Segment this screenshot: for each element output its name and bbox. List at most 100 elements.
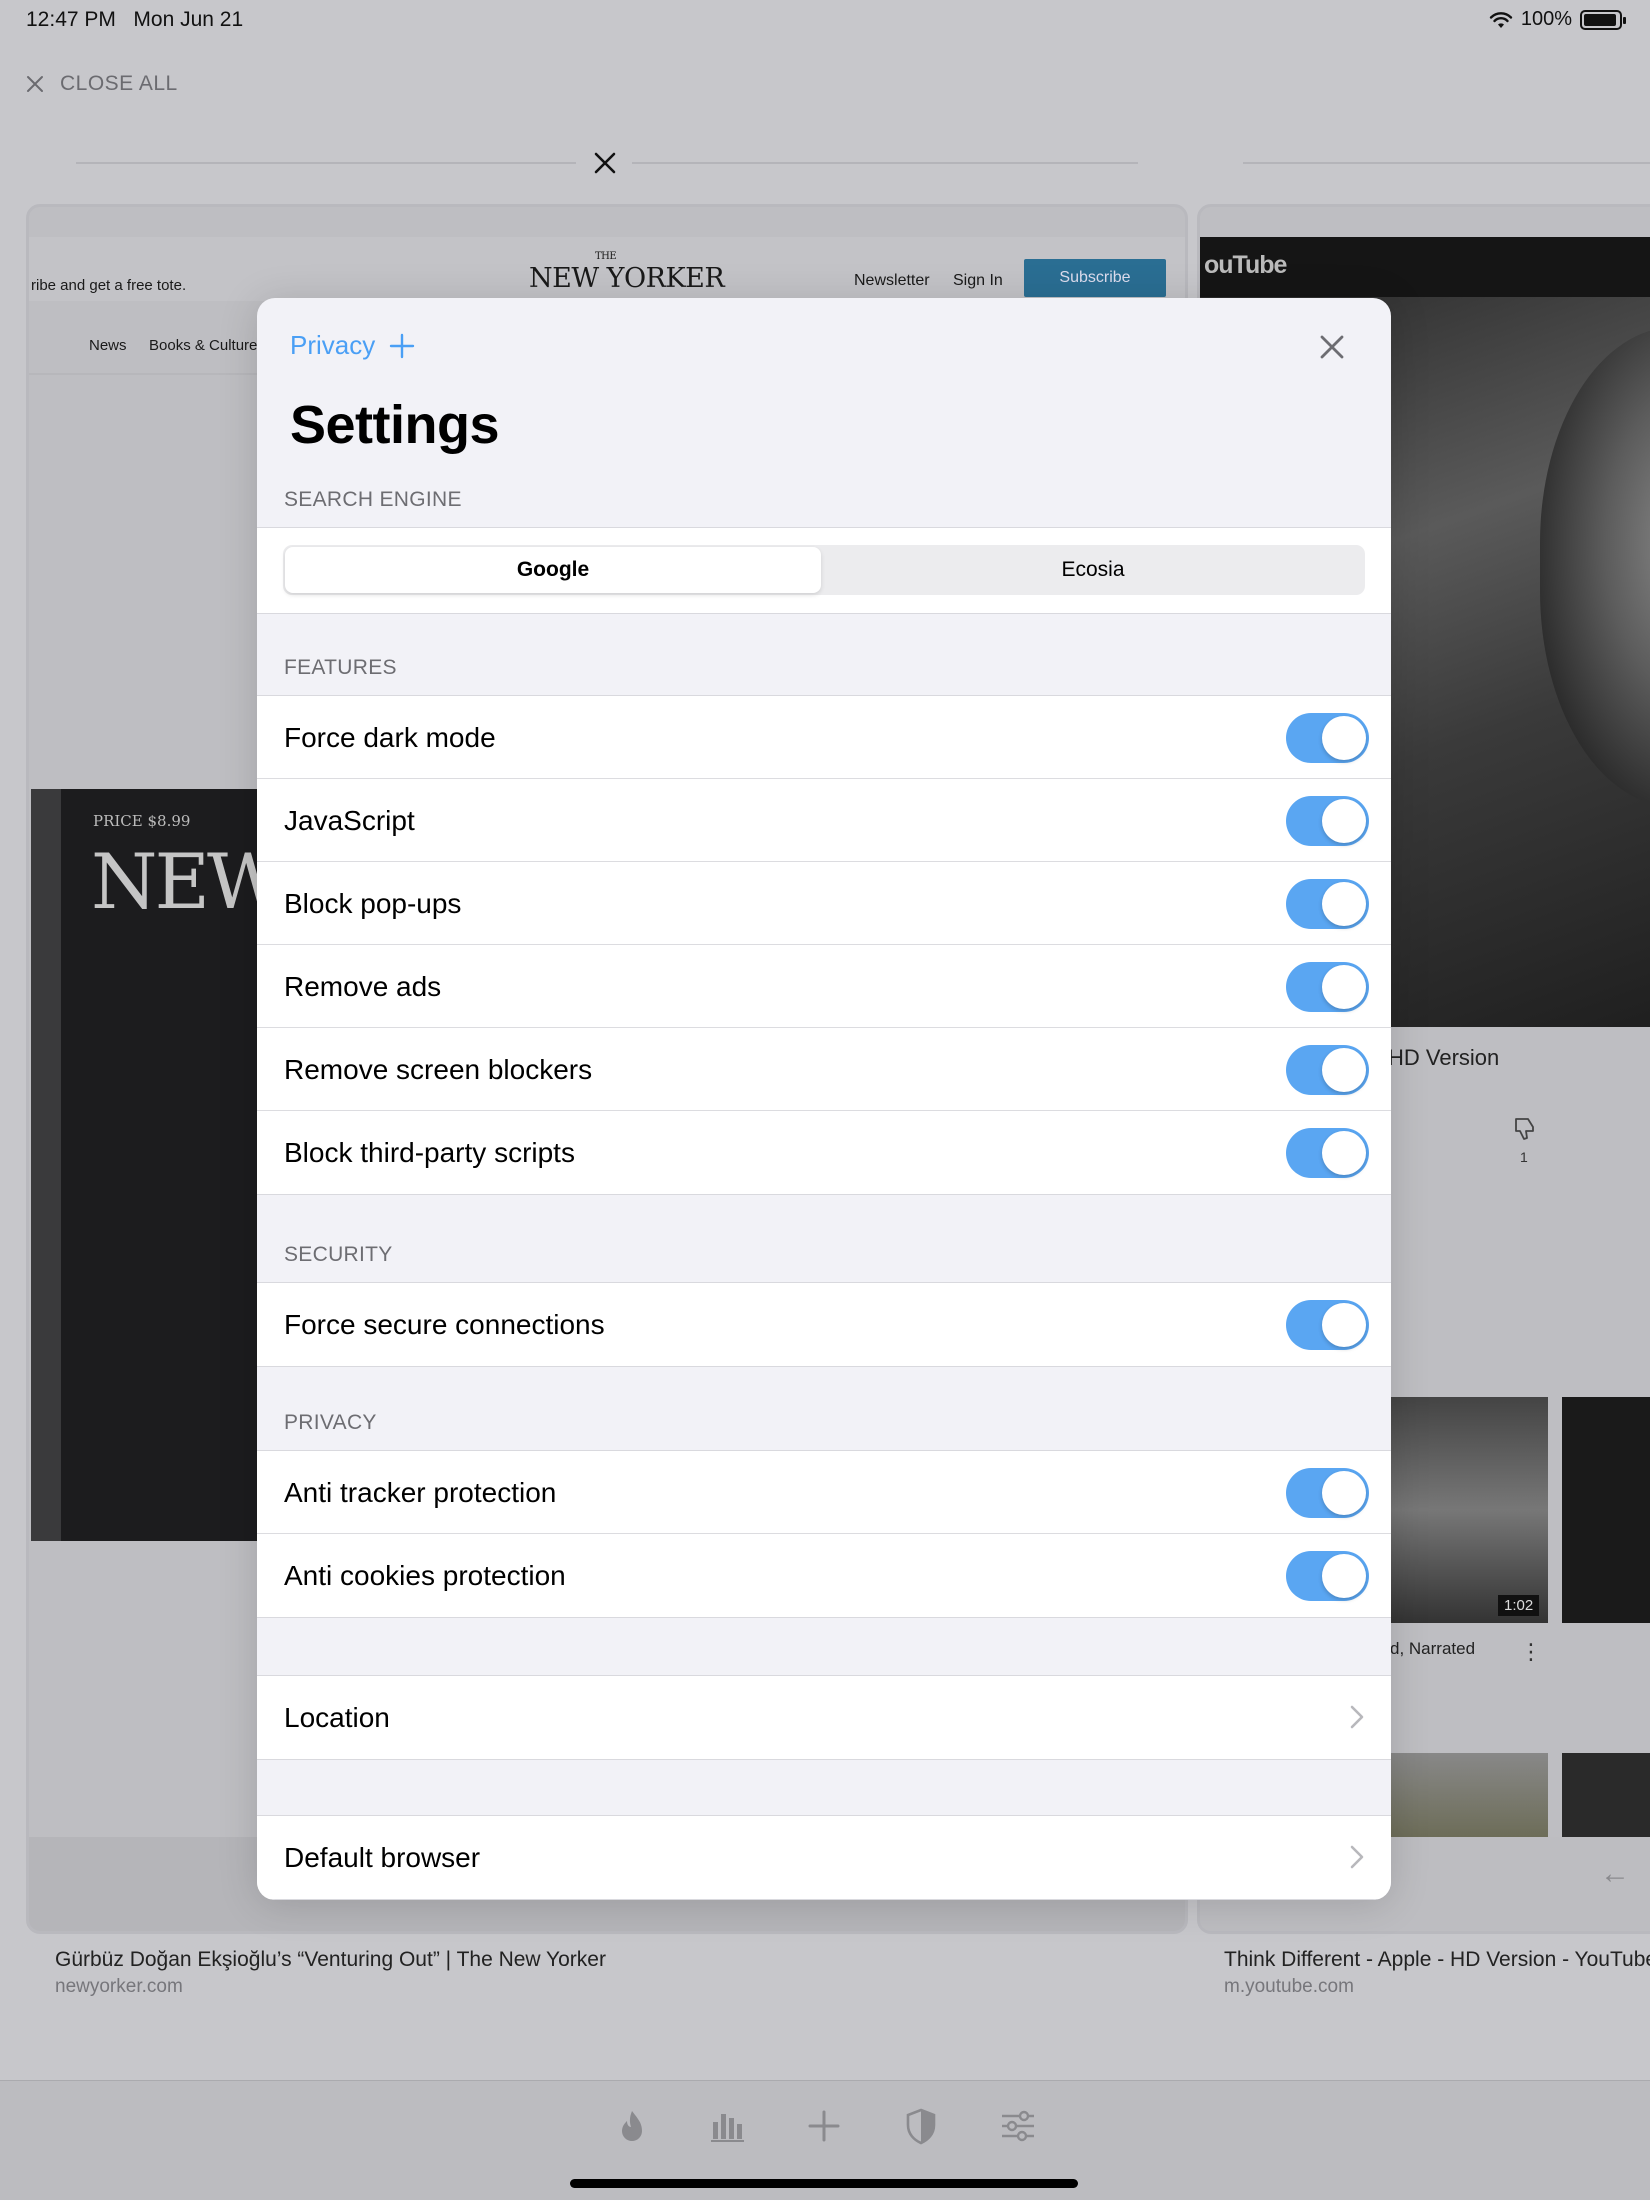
setting-row-anti-cookies: Anti cookies protection bbox=[257, 1534, 1391, 1617]
related-video-thumbnail bbox=[1562, 1397, 1650, 1623]
tab-divider bbox=[632, 162, 1138, 164]
search-engine-row: Google Ecosia bbox=[257, 528, 1391, 613]
shield-icon[interactable] bbox=[901, 2106, 941, 2146]
force-dark-mode-toggle[interactable] bbox=[1286, 713, 1369, 763]
site-logo-small: THE bbox=[595, 251, 617, 262]
chevron-right-icon bbox=[1350, 1845, 1364, 1869]
tab-url: newyorker.com bbox=[55, 1976, 183, 1997]
toggle-knob bbox=[1322, 716, 1366, 760]
tab-title: Think Different - Apple - HD Version - Y… bbox=[1224, 1948, 1650, 1971]
related-video-thumbnail bbox=[1562, 1753, 1650, 1843]
javascript-toggle[interactable] bbox=[1286, 796, 1369, 846]
sign-in-link: Sign In bbox=[953, 272, 1003, 289]
settings-modal: Privacy Settings SEARCH ENGINE Google Ec… bbox=[257, 298, 1391, 1900]
setting-row-remove-ads: Remove ads bbox=[257, 945, 1391, 1028]
default-browser-label: Default browser bbox=[284, 1842, 481, 1873]
setting-label: JavaScript bbox=[284, 805, 415, 836]
promo-text: ribe and get a free tote. bbox=[31, 277, 187, 294]
nav-item-news: News bbox=[89, 337, 127, 354]
setting-row-force-dark-mode: Force dark mode bbox=[257, 696, 1391, 779]
dislike-icon bbox=[1515, 1118, 1534, 1140]
toggle-knob bbox=[1322, 1471, 1366, 1515]
search-engine-segmented-control: Google Ecosia bbox=[283, 545, 1365, 595]
site-logo-text: NEW YORKER bbox=[529, 263, 725, 294]
wifi-icon bbox=[1489, 11, 1513, 28]
toggle-knob bbox=[1322, 1303, 1366, 1347]
default-browser-group: Default browser bbox=[257, 1815, 1391, 1900]
section-header-security: SECURITY bbox=[284, 1243, 393, 1266]
section-header-privacy: PRIVACY bbox=[284, 1411, 377, 1434]
setting-label: Remove ads bbox=[284, 971, 442, 1002]
setting-label: Block pop-ups bbox=[284, 888, 462, 919]
page-title: Settings bbox=[290, 395, 500, 455]
setting-label: Remove screen blockers bbox=[284, 1054, 593, 1085]
privacy-link-label: Privacy bbox=[290, 330, 376, 360]
cover-title: NEW bbox=[91, 837, 285, 926]
tab-divider bbox=[1243, 162, 1650, 164]
video-title: HD Version bbox=[1388, 1045, 1500, 1070]
privacy-link[interactable]: Privacy bbox=[290, 330, 415, 361]
close-all-button[interactable]: CLOSE ALL bbox=[26, 72, 178, 96]
location-label: Location bbox=[284, 1702, 390, 1733]
default-browser-row[interactable]: Default browser bbox=[257, 1816, 1391, 1899]
anti-tracker-toggle[interactable] bbox=[1286, 1468, 1369, 1518]
features-group: Force dark mode JavaScript Block pop-ups… bbox=[257, 695, 1391, 1195]
home-indicator[interactable] bbox=[570, 2179, 1078, 2188]
flame-icon[interactable] bbox=[612, 2106, 652, 2146]
setting-row-javascript: JavaScript bbox=[257, 779, 1391, 862]
tab-url: m.youtube.com bbox=[1224, 1976, 1354, 1997]
status-time-value: 12:47 PM bbox=[26, 8, 116, 31]
section-header-search-engine: SEARCH ENGINE bbox=[284, 488, 462, 511]
close-tab-icon[interactable] bbox=[590, 148, 620, 178]
privacy-group: Anti tracker protection Anti cookies pro… bbox=[257, 1450, 1391, 1618]
segment-google[interactable]: Google bbox=[285, 547, 821, 593]
video-duration: 1:02 bbox=[1498, 1595, 1540, 1616]
toggle-knob bbox=[1322, 799, 1366, 843]
setting-label: Force dark mode bbox=[284, 722, 496, 753]
setting-row-anti-tracker: Anti tracker protection bbox=[257, 1451, 1391, 1534]
search-engine-group: Google Ecosia bbox=[257, 527, 1391, 614]
plus-icon bbox=[390, 333, 415, 358]
status-date: Mon Jun 21 bbox=[133, 8, 244, 31]
setting-row-block-third-party-scripts: Block third-party scripts bbox=[257, 1111, 1391, 1194]
location-row[interactable]: Location bbox=[257, 1676, 1391, 1759]
site-logo: THE NEW YORKER bbox=[529, 251, 725, 294]
close-modal-icon[interactable] bbox=[1317, 332, 1347, 362]
toggle-knob bbox=[1322, 1554, 1366, 1598]
battery-icon bbox=[1580, 9, 1626, 30]
setting-label: Force secure connections bbox=[284, 1309, 605, 1340]
status-bar: 12:47 PM Mon Jun 21 100% bbox=[0, 0, 1650, 40]
setting-row-block-popups: Block pop-ups bbox=[257, 862, 1391, 945]
stats-icon[interactable] bbox=[707, 2106, 747, 2146]
remove-screen-blockers-toggle[interactable] bbox=[1286, 1045, 1369, 1095]
segment-ecosia[interactable]: Ecosia bbox=[825, 547, 1361, 593]
block-popups-toggle[interactable] bbox=[1286, 879, 1369, 929]
status-time: 12:47 PM Mon Jun 21 bbox=[26, 8, 243, 32]
tab-divider bbox=[76, 162, 576, 164]
cover-price: PRICE $8.99 bbox=[93, 812, 191, 830]
close-icon bbox=[27, 76, 43, 92]
location-group: Location bbox=[257, 1675, 1391, 1760]
dislike-count: 1 bbox=[1520, 1149, 1528, 1165]
force-secure-connections-toggle[interactable] bbox=[1286, 1300, 1369, 1350]
back-arrow-icon: ← bbox=[1600, 1857, 1630, 1890]
sliders-icon[interactable] bbox=[998, 2106, 1038, 2146]
subscribe-button: Subscribe bbox=[1024, 259, 1166, 297]
block-third-party-scripts-toggle[interactable] bbox=[1286, 1128, 1369, 1178]
setting-label: Anti cookies protection bbox=[284, 1560, 566, 1591]
tab-title: Gürbüz Doğan Ekşioğlu’s “Venturing Out” … bbox=[55, 1948, 606, 1971]
related-video-thumbnail bbox=[1388, 1753, 1548, 1843]
anti-cookies-toggle[interactable] bbox=[1286, 1551, 1369, 1601]
close-all-label: CLOSE ALL bbox=[60, 72, 178, 95]
toggle-knob bbox=[1322, 1131, 1366, 1175]
plus-icon[interactable] bbox=[804, 2106, 844, 2146]
remove-ads-toggle[interactable] bbox=[1286, 962, 1369, 1012]
more-options-icon: ⋮ bbox=[1520, 1639, 1542, 1664]
related-video-thumbnail bbox=[1388, 1397, 1548, 1623]
youtube-logo: ouTube bbox=[1204, 251, 1287, 279]
nav-item-books: Books & Culture bbox=[149, 337, 258, 354]
related-video-title: d, Narrated bbox=[1390, 1639, 1476, 1658]
newsletter-link: Newsletter bbox=[854, 272, 930, 289]
section-header-features: FEATURES bbox=[284, 656, 397, 679]
chevron-right-icon bbox=[1350, 1705, 1364, 1729]
